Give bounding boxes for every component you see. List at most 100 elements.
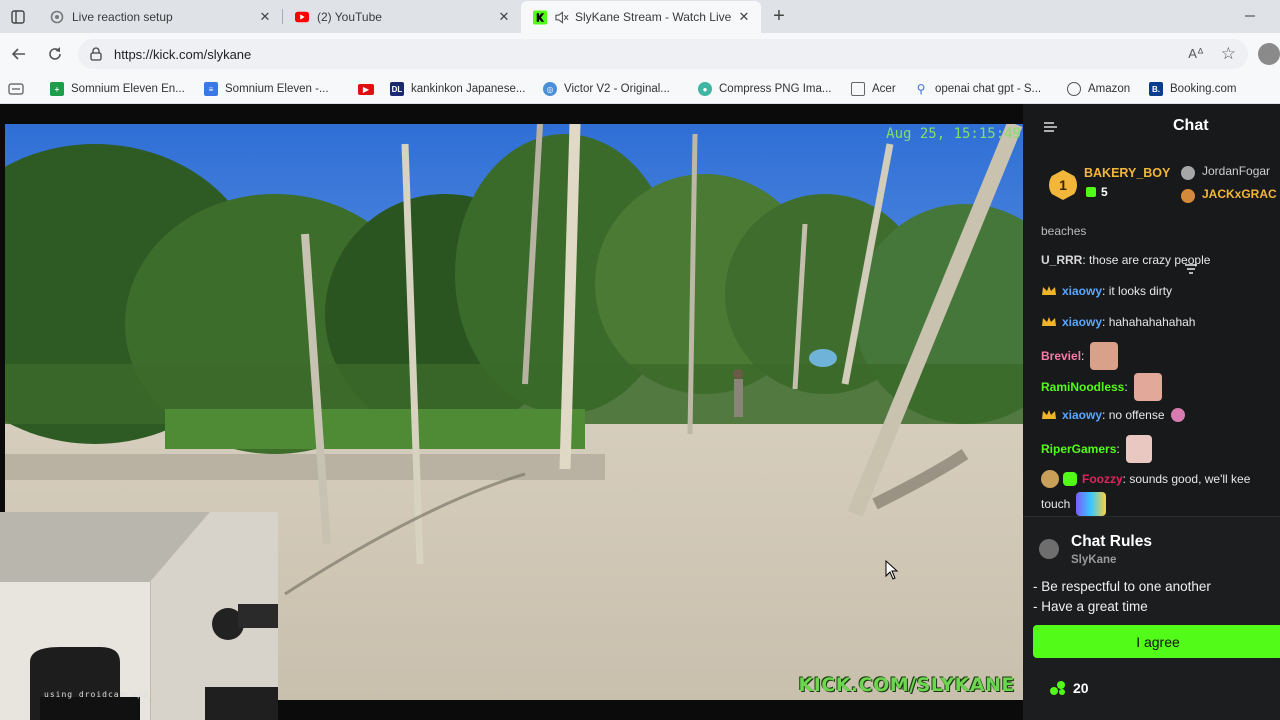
badge-avatar: [1041, 470, 1059, 488]
chat-message: touch: [1041, 492, 1107, 516]
read-aloud-icon[interactable]: Aᐞ: [1188, 46, 1204, 62]
stream-watermark: KICK.COM/SLYKANE: [798, 674, 1015, 696]
points-value: 20: [1073, 680, 1089, 696]
back-button[interactable]: [8, 43, 30, 65]
message-text: : no offense: [1102, 408, 1165, 422]
kick-icon: [533, 10, 547, 24]
url-field[interactable]: https://kick.com/slykane Aᐞ ☆: [78, 39, 1248, 69]
message-text: :: [1116, 442, 1120, 456]
crown-icon: [1041, 284, 1057, 298]
bookmark-somnium[interactable]: ≡ Somnium Eleven -...: [204, 80, 329, 98]
dl-icon: DL: [390, 82, 404, 96]
username[interactable]: Foozzy: [1082, 472, 1123, 486]
chat-message: Breviel:: [1041, 342, 1119, 370]
bookmark-somnium-en[interactable]: + Somnium Eleven En...: [50, 80, 185, 98]
close-icon[interactable]: ✕: [735, 8, 753, 26]
chat-message: beaches: [1041, 224, 1086, 238]
message-text: touch: [1041, 497, 1071, 511]
tab-slykane-stream[interactable]: SlyKane Stream - Watch Live ✕: [521, 1, 761, 33]
bookmark-victor[interactable]: ◎ Victor V2 - Original...: [543, 80, 670, 98]
bookmark-compress-png[interactable]: ● Compress PNG Ima...: [698, 80, 831, 98]
chat-messages: beaches U_RRR: those are crazy people xi…: [1023, 224, 1280, 516]
bookmark-openai[interactable]: ⚲ openai chat gpt - S...: [914, 80, 1042, 98]
panda-icon: ●: [698, 82, 712, 96]
streamer-avatar: [1039, 539, 1059, 559]
username[interactable]: Breviel: [1041, 349, 1081, 363]
rank-3-badge: [1181, 189, 1195, 203]
message-text: : sounds good, we'll kee: [1122, 472, 1251, 486]
crown-icon: [1041, 408, 1057, 422]
tab-actions-icon[interactable]: [8, 7, 28, 27]
refresh-icon: [49, 47, 61, 60]
tab-bar: Live reaction setup ✕ (2) YouTube ✕ SlyK…: [0, 0, 1280, 33]
message-text: : hahahahahahah: [1102, 315, 1196, 329]
username[interactable]: RamiNoodless: [1041, 380, 1124, 394]
collapse-chat-icon[interactable]: [1043, 120, 1059, 134]
bookmark-label: Compress PNG Ima...: [719, 83, 832, 95]
username[interactable]: RiperGamers: [1041, 442, 1116, 456]
username[interactable]: xiaowy: [1062, 284, 1102, 298]
chat-message: xiaowy: hahahahahahah: [1041, 315, 1195, 329]
chat-message: U_RRR: those are crazy people: [1041, 253, 1210, 267]
favorite-star-icon[interactable]: ☆: [1221, 44, 1236, 64]
bookmark-acer[interactable]: Acer: [851, 80, 896, 98]
gifter-name[interactable]: BAKERY_BOY: [1084, 166, 1170, 180]
bookmark-label: Acer: [872, 83, 896, 95]
booking-icon: B.: [1149, 82, 1163, 96]
refresh-button[interactable]: [44, 43, 66, 65]
page-content: Aug 25, 15:15:49 KICK.COM/SLYKANE using …: [0, 104, 1280, 720]
message-text: beaches: [1041, 224, 1087, 238]
browser-window: Live reaction setup ✕ (2) YouTube ✕ SlyK…: [0, 0, 1280, 720]
bookmark-amazon[interactable]: Amazon: [1067, 80, 1130, 98]
bookmark-label: Booking.com: [1170, 83, 1237, 95]
bookmark-kankinkon[interactable]: DL kankinkon Japanese...: [390, 80, 525, 98]
url-text: https://kick.com/slykane: [114, 46, 252, 62]
back-arrow-icon: [11, 48, 25, 60]
username[interactable]: xiaowy: [1062, 408, 1102, 422]
tab-live-reaction-setup[interactable]: Live reaction setup ✕: [38, 1, 282, 33]
bookmark-label: Amazon: [1088, 83, 1131, 95]
channel-points[interactable]: 20: [1049, 680, 1089, 696]
gift-icon: [1086, 187, 1096, 197]
minimize-icon[interactable]: [1242, 8, 1258, 24]
address-bar: https://kick.com/slykane Aᐞ ☆: [0, 33, 1280, 75]
bookmark-booking[interactable]: B. Booking.com: [1149, 80, 1236, 98]
webcam-overlay: using droidcam app: [0, 512, 278, 720]
username[interactable]: xiaowy: [1062, 315, 1102, 329]
gifter-name[interactable]: JACKxGRAC: [1202, 187, 1277, 201]
gifter-name[interactable]: JordanFogar: [1202, 164, 1270, 178]
gear-icon: [50, 10, 64, 24]
message-text: : those are crazy people: [1082, 253, 1211, 267]
chat-message: RamiNoodless:: [1041, 373, 1162, 401]
rule-item: - Have a great time: [1033, 599, 1148, 614]
bookmarks-bar: + Somnium Eleven En... ≡ Somnium Eleven -.…: [0, 75, 1280, 104]
rules-title: Chat Rules: [1071, 533, 1152, 550]
tab-youtube[interactable]: (2) YouTube ✕: [283, 1, 521, 33]
top-gifters: 1 BAKERY_BOY 5 JordanFogar JACKxGRAC: [1023, 152, 1280, 274]
webcam-frame: [0, 512, 278, 720]
agree-button[interactable]: I agree: [1033, 625, 1280, 658]
chat-message: RiperGamers:: [1041, 435, 1152, 463]
profile-avatar[interactable]: [1258, 43, 1280, 65]
tab-title: (2) YouTube: [317, 10, 382, 24]
username[interactable]: U_RRR: [1041, 253, 1082, 267]
bookmark-label: Somnium Eleven -...: [225, 83, 329, 95]
rank-2-badge: [1181, 166, 1195, 180]
bookmark-label: Victor V2 - Original...: [564, 83, 670, 95]
chat-message: Foozzy: sounds good, we'll kee: [1041, 470, 1250, 488]
close-icon[interactable]: ✕: [495, 8, 513, 26]
close-icon[interactable]: ✕: [256, 8, 274, 26]
globe-icon: [1067, 82, 1081, 96]
new-tab-button[interactable]: +: [768, 5, 790, 27]
blue-doc-icon: ≡: [204, 82, 218, 96]
lock-icon[interactable]: [88, 46, 104, 62]
message-text: :: [1124, 380, 1128, 394]
bookmarks-menu-icon[interactable]: [8, 80, 24, 98]
youtube-icon: [295, 10, 309, 24]
muted-speaker-icon[interactable]: [555, 10, 569, 24]
globe-icon: ◎: [543, 82, 557, 96]
rank-1-badge: 1: [1049, 170, 1077, 200]
bookmark-label: Somnium Eleven En...: [71, 83, 185, 95]
bookmark-youtube[interactable]: ▶: [358, 80, 381, 98]
rules-author: SlyKane: [1071, 554, 1117, 566]
